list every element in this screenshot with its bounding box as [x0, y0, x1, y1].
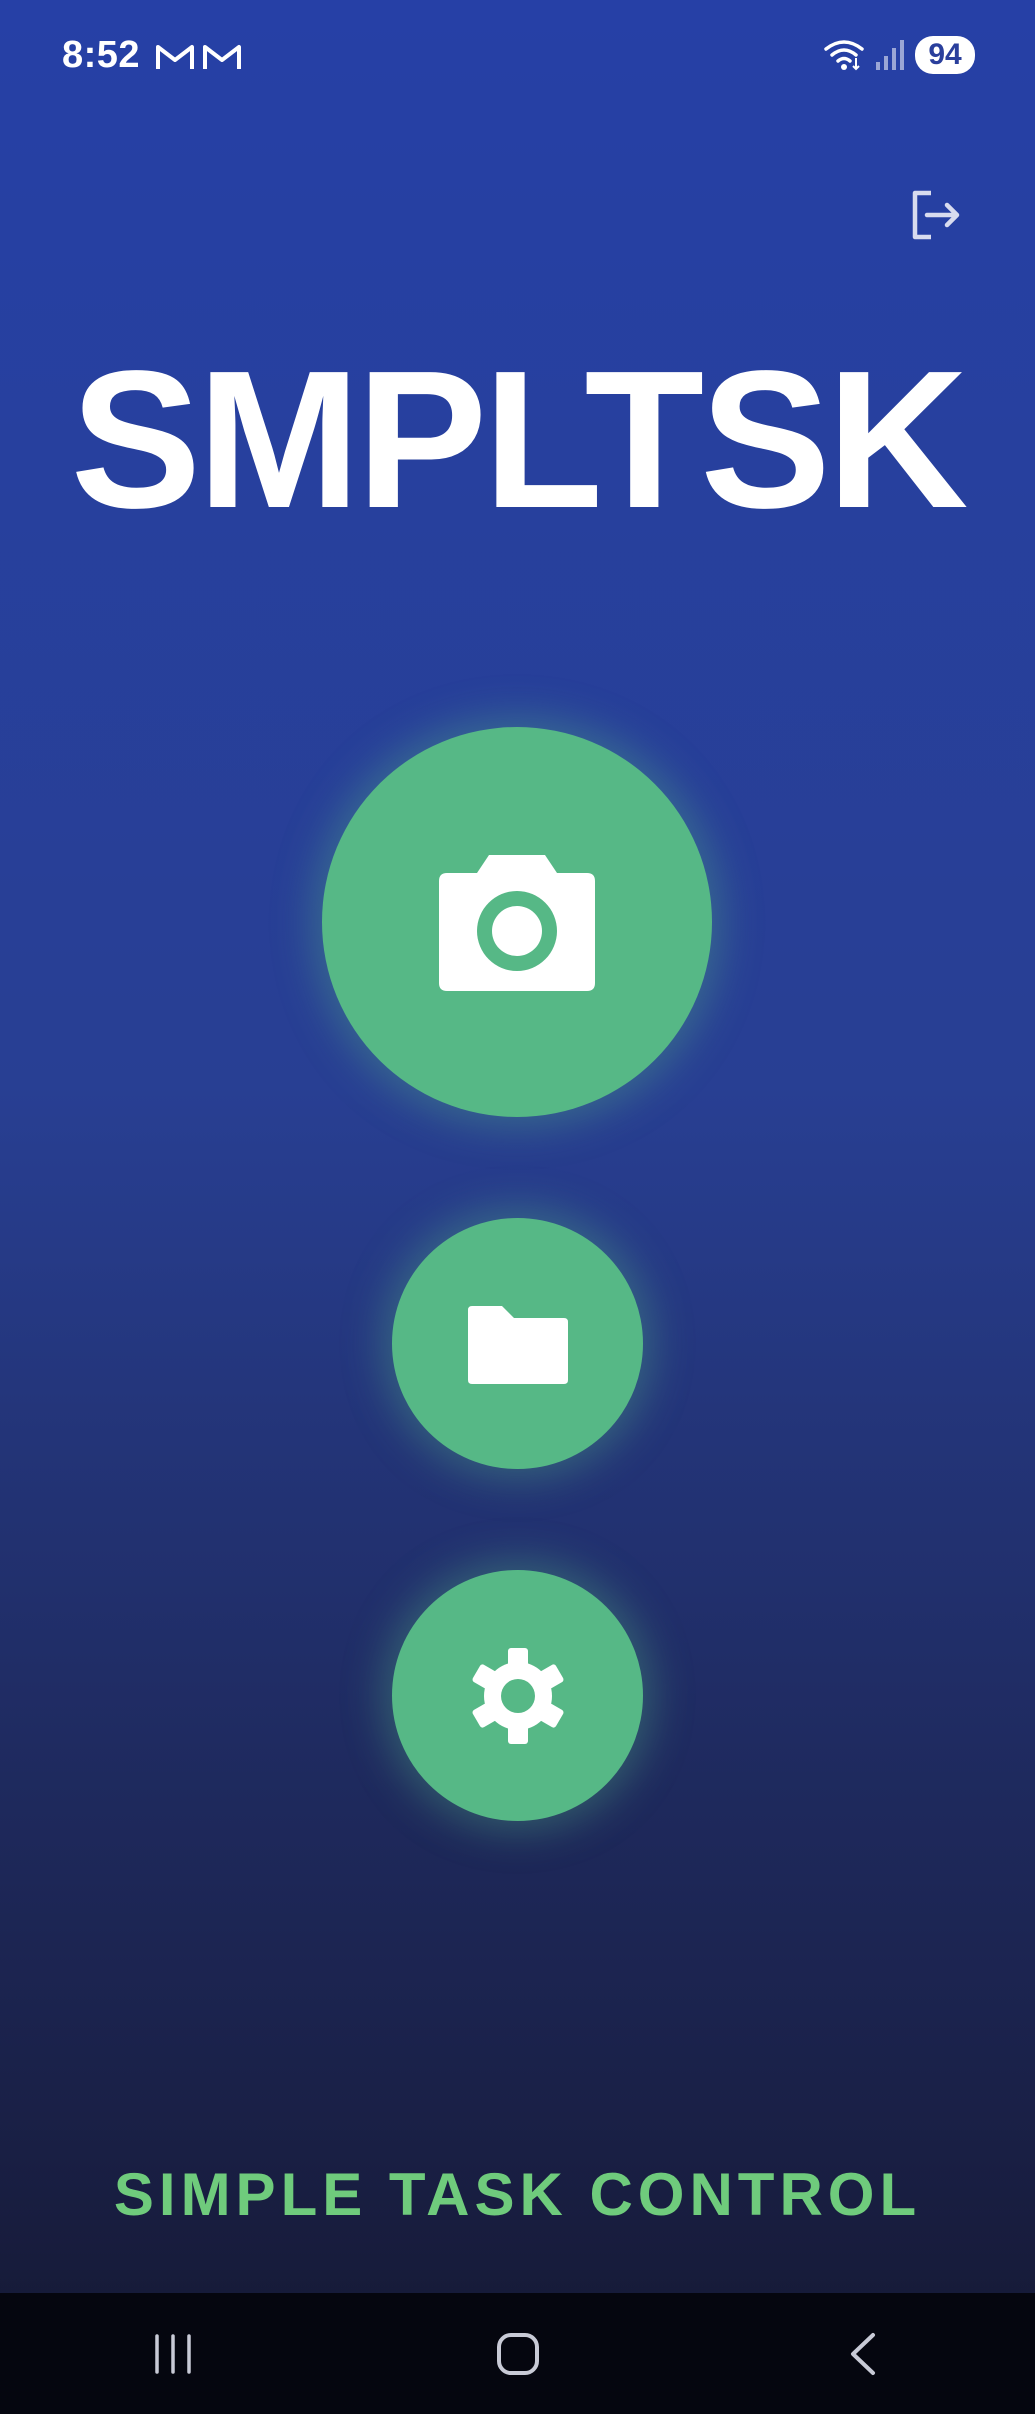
gear-icon	[472, 1647, 563, 1744]
settings-button[interactable]	[392, 1570, 643, 1821]
app-tagline: SIMPLE TASK CONTROL	[113, 2161, 922, 2228]
camera-button[interactable]	[322, 727, 712, 1117]
folder-icon	[467, 1305, 568, 1384]
app-title: SMPLTSK	[70, 330, 969, 549]
logout-icon	[912, 190, 960, 240]
back-icon	[850, 2332, 875, 2375]
battery-indicator: 94	[915, 36, 975, 74]
recents-button[interactable]	[113, 2304, 233, 2404]
wifi-icon	[824, 40, 864, 71]
recents-icon	[154, 2333, 191, 2374]
signal-icon	[876, 40, 904, 70]
camera-icon	[439, 855, 595, 991]
gmail-icon	[203, 45, 241, 69]
navigation-bar	[0, 2293, 1035, 2414]
status-indicators: 94	[823, 36, 975, 74]
files-button[interactable]	[392, 1218, 643, 1469]
status-time: 8:52	[62, 34, 141, 76]
gmail-icon	[156, 45, 194, 69]
home-icon	[496, 2332, 539, 2375]
back-button[interactable]	[803, 2304, 923, 2404]
main-screen: 8:52 94 SMPLTSK SIMPLE TASK CONTROL	[0, 0, 1035, 2414]
logout-button[interactable]	[900, 180, 970, 250]
home-button[interactable]	[458, 2304, 578, 2404]
